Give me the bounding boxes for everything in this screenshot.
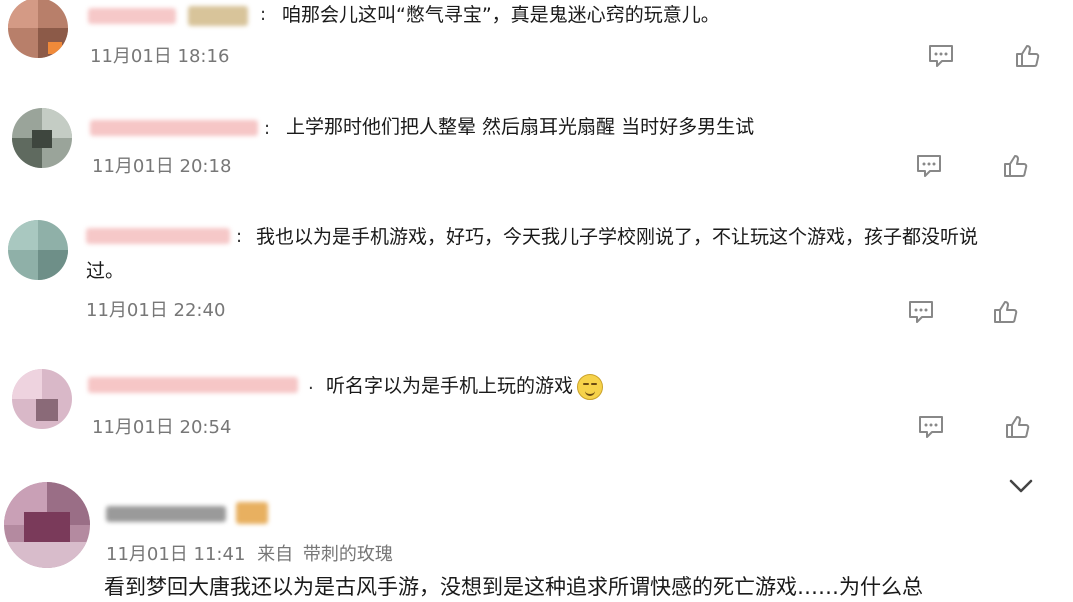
comment-item: 11月01日 11:41 来自 带刺的玫瑰 看到梦回大唐我还以为是古风手游，没想… (0, 470, 1073, 599)
comment-icon (908, 300, 934, 324)
avatar[interactable] (8, 0, 68, 58)
comment-icon (918, 415, 944, 439)
post-time: 11月01日 11:41 (106, 544, 246, 565)
avatar[interactable] (12, 108, 72, 168)
comment-text: 上学那时他们把人整晕 然后扇耳光扇醒 当时好多男生试 (286, 116, 755, 138)
username-blurred[interactable] (90, 120, 258, 136)
post-meta: 11月01日 11:41 来自 带刺的玫瑰 (106, 540, 393, 566)
comment-time: 11月01日 18:16 (90, 46, 230, 67)
reply-button[interactable] (906, 298, 936, 326)
chevron-down-icon (1008, 479, 1034, 500)
colon-separator: . (308, 373, 314, 394)
username-blurred[interactable] (88, 377, 298, 393)
badge-blurred (236, 502, 268, 524)
comment-time: 11月01日 20:18 (92, 156, 232, 177)
comment-item: : 咱那会儿这叫“憋气寻宝”，真是鬼迷心窍的玩意儿。 11月01日 18:16 (0, 0, 1073, 100)
reply-button[interactable] (916, 413, 946, 441)
thumbs-up-icon (1004, 414, 1030, 440)
avatar[interactable] (12, 369, 72, 429)
like-button[interactable] (990, 298, 1020, 326)
avatar[interactable] (4, 482, 90, 568)
comment-icon (928, 44, 954, 68)
username-blurred[interactable] (86, 228, 230, 244)
source-prefix: 来自 (257, 544, 294, 565)
like-button[interactable] (1012, 42, 1042, 70)
reply-button[interactable] (926, 42, 956, 70)
expand-button[interactable] (1008, 476, 1034, 500)
thumbs-up-icon (992, 299, 1018, 325)
comment-text: 听名字以为是手机上玩的游戏 (326, 371, 604, 401)
comment-time: 11月01日 20:54 (92, 417, 232, 438)
comment-item: : 我也以为是手机游戏，好巧，今天我儿子学校刚说了，不让玩这个游戏，孩子都没听说… (0, 210, 1073, 350)
comment-text-line1: 我也以为是手机游戏，好巧，今天我儿子学校刚说了，不让玩这个游戏，孩子都没听说 (256, 226, 979, 248)
smile-emoji-icon (577, 373, 604, 400)
comment-item: . 听名字以为是手机上玩的游戏 11月01日 20:54 (0, 355, 1073, 470)
badge-blurred (188, 6, 248, 26)
username-blurred[interactable] (106, 506, 226, 522)
username-blurred[interactable] (88, 8, 176, 24)
colon-separator: : (236, 226, 243, 247)
colon-separator: : (260, 4, 267, 25)
avatar[interactable] (8, 220, 68, 280)
thumbs-up-icon (1002, 153, 1028, 179)
colon-separator: : (264, 118, 271, 139)
comment-text: 咱那会儿这叫“憋气寻宝”，真是鬼迷心窍的玩意儿。 (282, 4, 720, 26)
thumbs-up-icon (1014, 43, 1040, 69)
comment-text-line2: 过。 (86, 260, 125, 282)
comment-time: 11月01日 22:40 (86, 300, 226, 321)
source-name[interactable]: 带刺的玫瑰 (303, 544, 393, 565)
comment-icon (916, 154, 942, 178)
post-text: 看到梦回大唐我还以为是古风手游，没想到是这种追求所谓快感的死亡游戏……为什么总 (104, 575, 923, 599)
comment-item: : 上学那时他们把人整晕 然后扇耳光扇醒 当时好多男生试 11月01日 20:1… (0, 100, 1073, 210)
reply-button[interactable] (914, 152, 944, 180)
like-button[interactable] (1000, 152, 1030, 180)
like-button[interactable] (1002, 413, 1032, 441)
comment-text-content: 听名字以为是手机上玩的游戏 (326, 375, 574, 397)
